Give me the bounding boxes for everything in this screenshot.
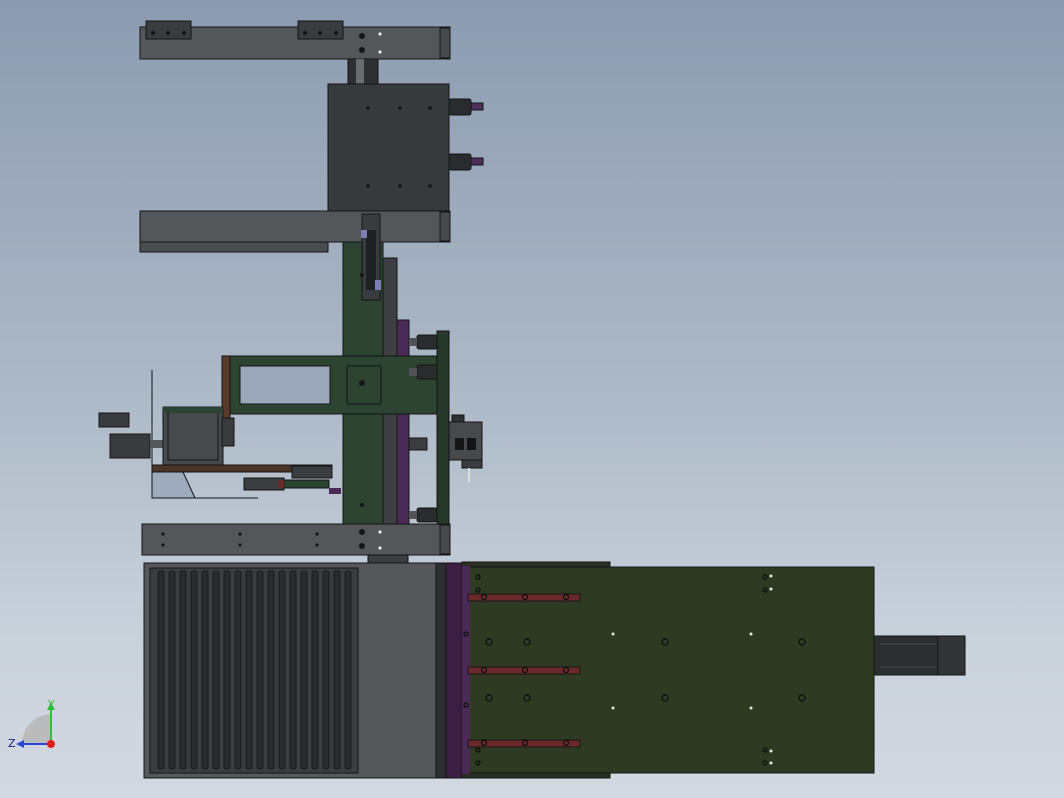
heatsink-fin (190, 570, 198, 770)
cross-frame (221, 355, 449, 421)
heatsink-fin (212, 570, 220, 770)
air-fitting-lower (448, 153, 484, 171)
assembly-model[interactable] (0, 0, 1064, 798)
heatsink-fin (333, 570, 341, 770)
servo-motor (873, 635, 966, 676)
x-axis-dot (47, 740, 55, 748)
heatsink-fin (201, 570, 209, 770)
heatsink-fin (256, 570, 264, 770)
cylinder-block (327, 83, 450, 212)
heatsink-fin (278, 570, 286, 770)
y-axis-label: Y (47, 700, 55, 711)
heatsink-fin (168, 570, 176, 770)
air-fitting-upper (448, 98, 484, 116)
guide-column-top (347, 58, 379, 86)
heatsink-fin (245, 570, 253, 770)
middle-clamp-bar (139, 210, 451, 253)
lower-clamp-bar (141, 523, 451, 564)
side-fitting-1 (409, 334, 438, 350)
z-axis-arrow (16, 740, 24, 748)
side-fitting-3 (409, 507, 438, 523)
heatsink-fin (179, 570, 187, 770)
heatsink-fin (157, 570, 165, 770)
heatsink-fin (322, 570, 330, 770)
heatsink-fin (289, 570, 297, 770)
heatsink-fin (311, 570, 319, 770)
heatsink-fin (223, 570, 231, 770)
z-axis-label: Z (8, 737, 16, 750)
heatsink-fin (267, 570, 275, 770)
heatsink-fin (234, 570, 242, 770)
base-heatsink (143, 562, 467, 779)
coordinate-triad: Y Z (8, 700, 55, 750)
top-clamp-bar (139, 20, 451, 60)
valve-block (448, 414, 483, 482)
cad-viewport[interactable]: Y Z (0, 0, 1064, 798)
heatsink-fin (300, 570, 308, 770)
heatsink-fin (344, 570, 352, 770)
